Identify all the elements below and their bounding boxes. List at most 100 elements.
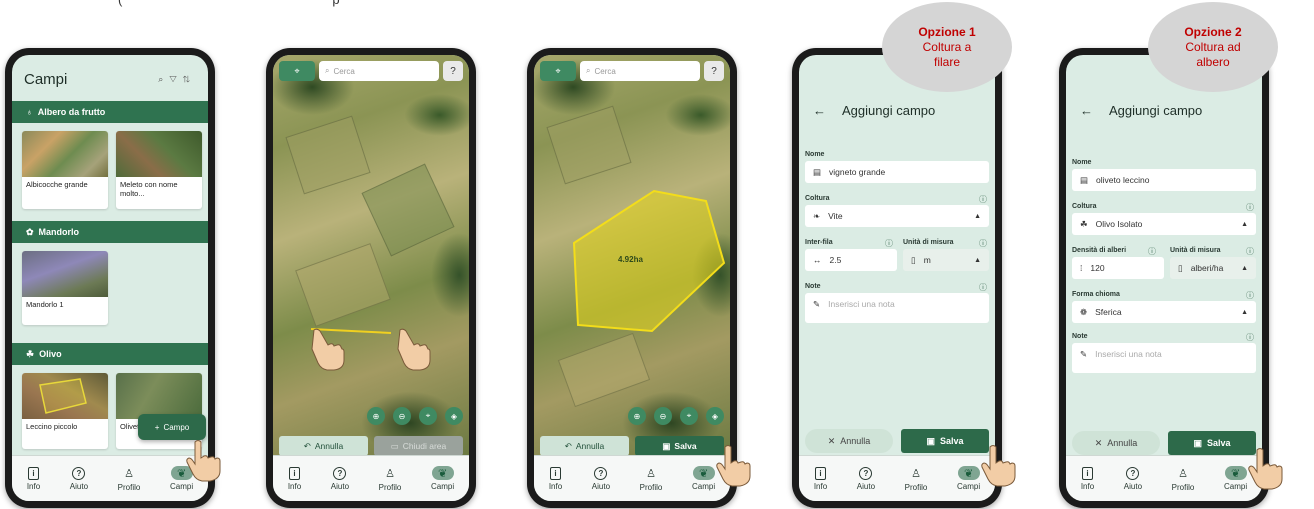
help-button[interactable]: ? [443,61,463,81]
option-1-bubble: Opzione 1 Coltura a filare [882,2,1012,92]
search-input[interactable]: ⌕ Cerca [319,61,439,81]
interfila-value: 2.5 [829,255,842,265]
map-top-bar: ⌖ ⌕ Cerca ? [279,61,463,83]
form-title: Aggiungi campo [1109,103,1203,118]
interfila-field[interactable]: ↔ 2.5 [805,249,897,271]
nav-profilo[interactable]: ♙ Profilo [905,465,928,493]
search-input[interactable]: ⌕ Cerca [580,61,700,81]
nav-aiuto[interactable]: ? Aiuto [856,466,876,491]
crop-select[interactable]: ❧ Vite ▲ [805,205,989,227]
back-arrow-icon[interactable]: ← [1080,103,1093,118]
zoom-out-icon[interactable]: ⊖ [393,407,411,425]
cancel-button[interactable]: ✕ Annulla [805,429,893,453]
nav-profilo[interactable]: ♙ Profilo [1172,465,1195,493]
bubble-title: Opzione 1 [918,24,976,39]
nav-aiuto[interactable]: ? Aiuto [331,466,349,491]
nav-info[interactable]: i Info [288,466,301,491]
info-icon: i [814,466,826,480]
zoom-out-icon[interactable]: ⊖ [654,407,672,425]
nav-campi[interactable]: ❦ Campi [431,466,454,491]
form-header: ← Aggiungi campo [1080,103,1202,118]
nav-info[interactable]: i Info [27,466,40,491]
name-field[interactable]: ▤ oliveto leccino [1072,169,1256,191]
back-arrow-icon[interactable]: ← [813,103,826,118]
field-card[interactable]: Albicocche grande [22,131,108,209]
crop-select[interactable]: ☘ Olivo Isolato ▲ [1072,213,1256,235]
info-icon[interactable]: ⓘ [1246,332,1254,343]
undo-button[interactable]: ↶ Annulla [540,436,629,456]
save-button[interactable]: ▣ Salva [1168,431,1256,455]
grape-icon: ❧ [813,210,821,221]
info-icon[interactable]: ⓘ [979,194,987,205]
info-icon[interactable]: ⓘ [1246,202,1254,213]
help-icon: ? [72,466,86,480]
nav-info[interactable]: i Info [814,466,827,491]
nav-profilo[interactable]: ♙ Profilo [379,465,402,493]
save-label: Salva [939,436,964,446]
crosshair-icon[interactable]: ⌖ [680,407,698,425]
nav-info[interactable]: i Info [1081,466,1094,491]
name-field[interactable]: ▤ vigneto grande [805,161,989,183]
plus-icon: + [154,422,160,432]
info-icon[interactable]: ⓘ [1148,246,1156,257]
field-card[interactable]: Mandorlo 1 [22,251,108,325]
zoom-in-icon[interactable]: ⊕ [367,407,385,425]
nav-aiuto[interactable]: ? Aiuto [592,466,610,491]
field-card[interactable]: Meleto con nome molto... [116,131,202,209]
nav-label: Campi [957,482,981,491]
info-icon[interactable]: ⓘ [979,282,987,293]
unit-value: m [923,255,931,265]
compass-icon[interactable]: ◈ [706,407,724,425]
canopy-select[interactable]: ❁ Sferica ▲ [1072,301,1256,323]
location-button[interactable]: ⌖ [279,61,315,81]
add-field-button[interactable]: + Campo [138,414,206,440]
nav-aiuto[interactable]: ? Aiuto [1124,466,1142,491]
section-label: Olivo [39,349,62,359]
search-icon[interactable]: ⌕ [158,74,169,84]
nav-campi[interactable]: ❦ Campi [1224,466,1247,491]
leaf-icon: ❦ [1224,466,1247,480]
undo-icon: ↶ [303,440,311,451]
unit-select[interactable]: ▯ m ▲ [903,249,989,271]
nav-profilo[interactable]: ♙ Profilo [118,465,141,493]
undo-button[interactable]: ↶ Annulla [279,436,368,456]
help-button[interactable]: ? [704,61,724,81]
save-button[interactable]: ▣ Salva [635,436,724,456]
location-pin-icon: ⌖ [555,65,561,76]
info-icon[interactable]: ⓘ [1246,290,1254,301]
close-area-button[interactable]: ▭ Chiudi area [374,436,463,456]
info-icon[interactable]: ⓘ [1246,246,1254,257]
tree-crown-icon: ❁ [1080,306,1088,317]
sort-icon[interactable]: ⇅ [183,74,196,84]
nav-aiuto[interactable]: ? Aiuto [70,466,88,491]
save-button[interactable]: ▣ Salva [901,429,989,453]
section-albero-da-frutto: ♁ Albero da frutto [12,101,208,123]
cancel-button[interactable]: ✕ Annulla [1072,431,1160,455]
info-icon: i [27,466,39,480]
nav-label: Aiuto [856,481,876,491]
satellite-map[interactable]: 4.92ha [534,55,730,455]
info-icon[interactable]: ⓘ [979,238,987,249]
nav-campi[interactable]: ❦ Campi [957,466,980,491]
density-field[interactable]: ⁞ 120 [1072,257,1164,279]
unit-label: Unità di misura [903,239,954,246]
info-icon[interactable]: ⓘ [885,238,893,249]
bottom-nav: i Info ? Aiuto ♙ Profilo ❦ Campi [273,455,469,501]
filter-icon[interactable]: ▽ [169,74,183,84]
nav-profilo[interactable]: ♙ Profilo [640,465,663,493]
unit-select[interactable]: ▯ alberi/ha ▲ [1170,257,1256,279]
interfila-label: Inter-fila [805,239,833,246]
satellite-map[interactable] [273,55,469,455]
location-button[interactable]: ⌖ [540,61,576,81]
form-actions: ✕ Annulla ▣ Salva [1072,431,1256,455]
note-field[interactable]: ✎ Inserisci una nota [805,293,989,323]
field-card[interactable]: Leccino piccolo [22,373,108,449]
nav-campi[interactable]: ❦ Campi [692,466,715,491]
nav-info[interactable]: i Info [549,466,562,491]
note-field[interactable]: ✎ Inserisci una nota [1072,343,1256,373]
crop-value: Olivo Isolato [1095,219,1143,229]
compass-icon[interactable]: ◈ [445,407,463,425]
ruler-icon: ▯ [1178,262,1183,273]
zoom-in-icon[interactable]: ⊕ [628,407,646,425]
crosshair-icon[interactable]: ⌖ [419,407,437,425]
